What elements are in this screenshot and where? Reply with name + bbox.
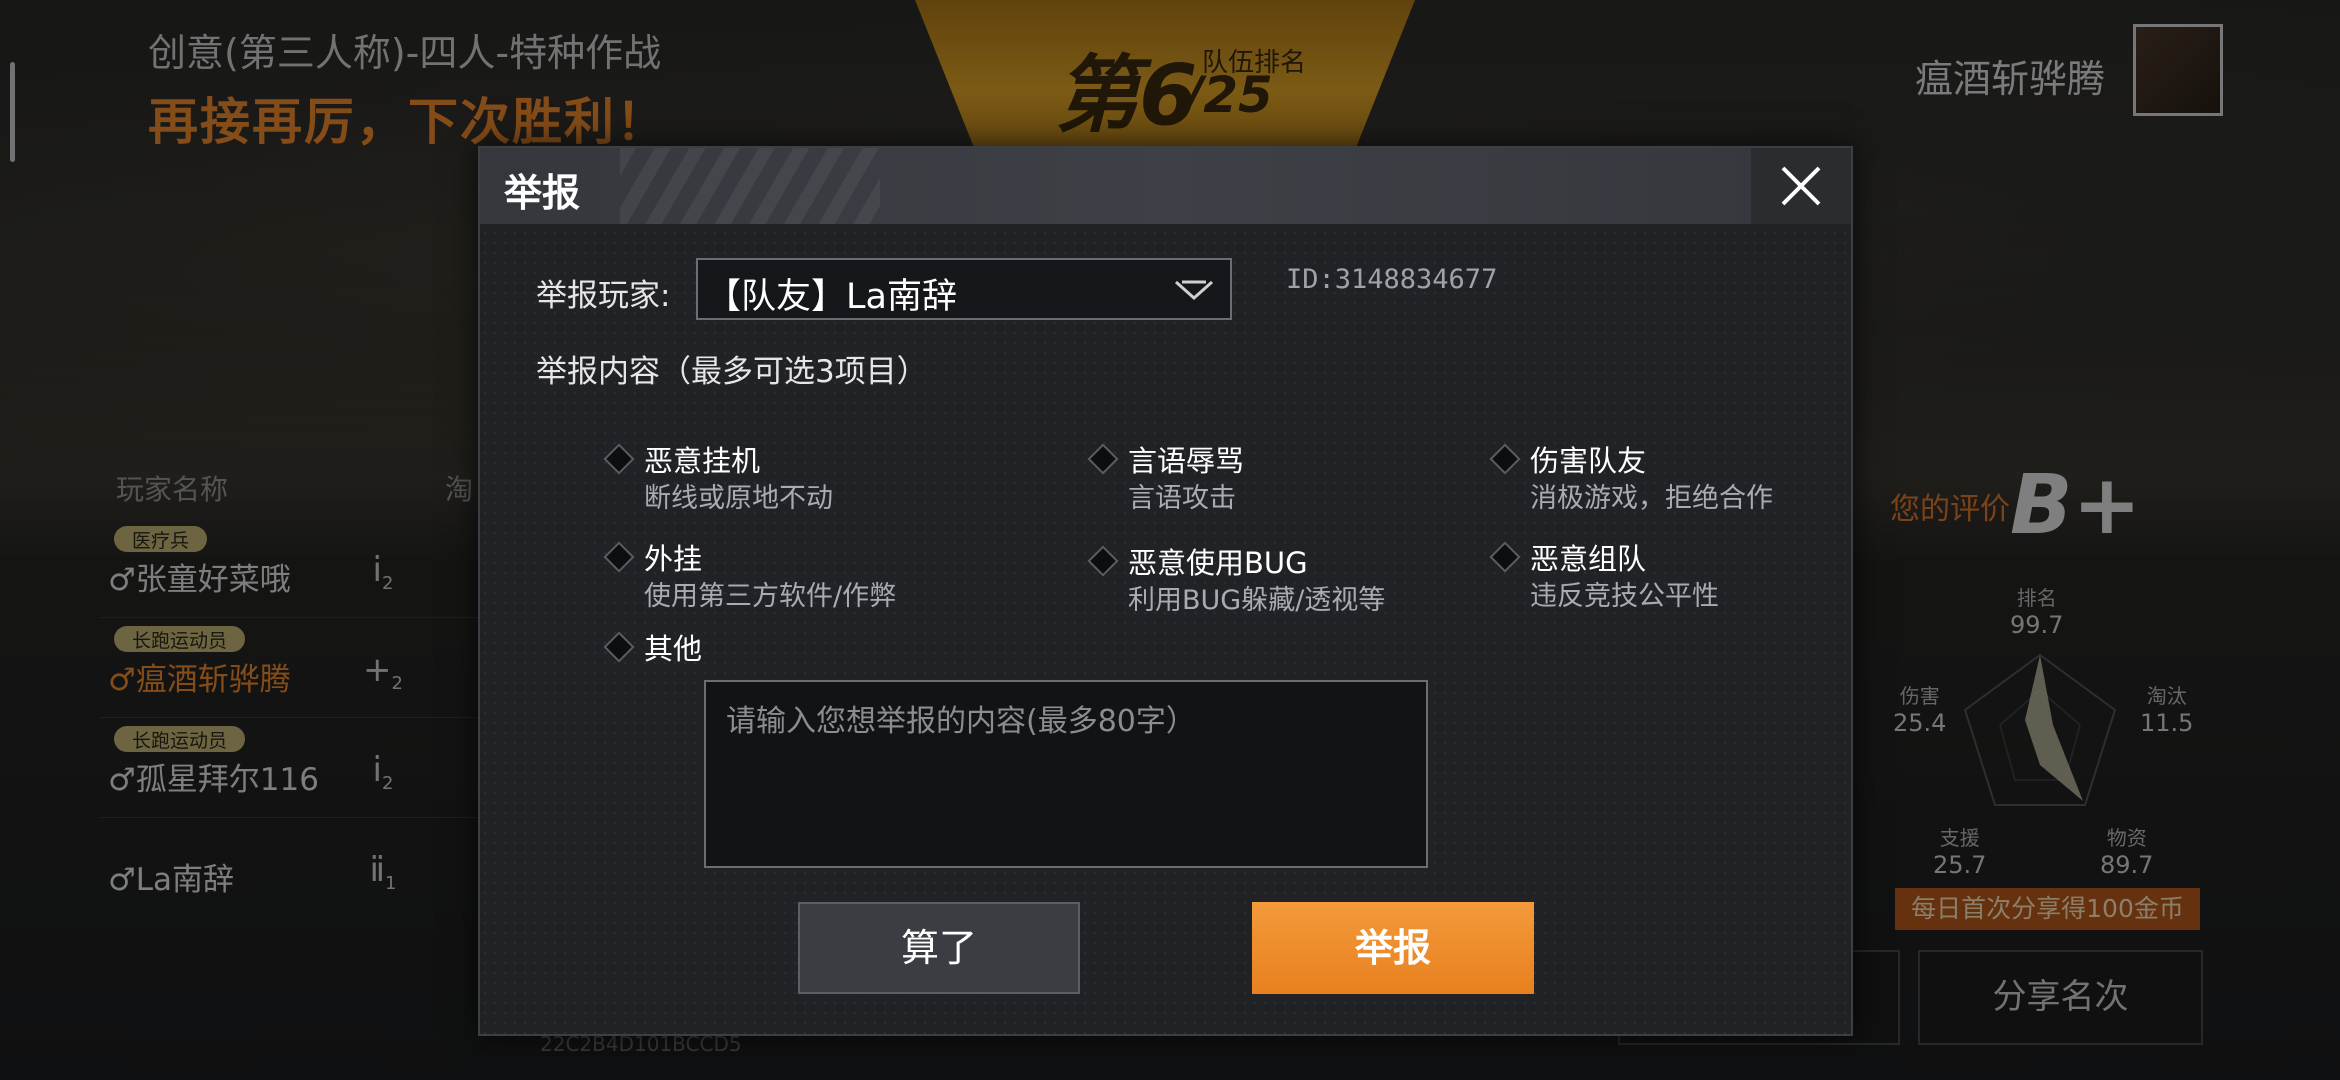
checkbox-diamond-icon [1087,545,1119,577]
close-button[interactable] [1751,148,1851,224]
report-content-label: 举报内容（最多可选3项目） [536,354,928,390]
cancel-button[interactable]: 算了 [798,902,1080,994]
option-title: 恶意组队 [1530,542,1647,576]
selected-player: 【队友】La南辞 [706,277,957,317]
option-title: 言语辱骂 [1128,444,1245,478]
option-title: 外挂 [644,542,703,576]
option-desc: 使用第三方软件/作弊 [644,581,897,612]
checkbox-diamond-icon [603,541,635,573]
option-bug-abuse[interactable]: 恶意使用BUG 利用BUG躲藏/透视等 [1087,540,1432,620]
chevron-down-icon [1175,280,1213,301]
player-dropdown[interactable]: 【队友】La南辞 [696,258,1232,320]
report-dialog: 举报 举报玩家: 【队友】La南辞 ID:3148834677 举报内容（最多可… [478,146,1853,1036]
option-desc: 言语攻击 [1128,483,1236,514]
report-player-label: 举报玩家: [536,278,671,314]
close-icon [1781,166,1821,206]
option-desc: 利用BUG躲藏/透视等 [1128,585,1386,616]
option-team-collusion[interactable]: 恶意组队 违反竞技公平性 [1489,536,1814,616]
player-id: ID:3148834677 [1286,264,1498,295]
submit-report-button[interactable]: 举报 [1252,902,1534,994]
option-desc: 违反竞技公平性 [1530,581,1719,612]
option-title: 伤害队友 [1530,444,1647,478]
dialog-header: 举报 [480,148,1851,224]
checkbox-diamond-icon [603,631,635,663]
option-teamkill[interactable]: 伤害队友 消极游戏，拒绝合作 [1489,438,1814,518]
option-title: 恶意挂机 [644,444,761,478]
option-title: 其他 [644,632,703,666]
checkbox-diamond-icon [1489,443,1521,475]
dialog-title: 举报 [504,171,581,215]
option-desc: 断线或原地不动 [644,483,833,514]
checkbox-diamond-icon [1489,541,1521,573]
checkbox-diamond-icon [1087,443,1119,475]
option-cheating[interactable]: 外挂 使用第三方软件/作弊 [603,536,948,616]
option-title: 恶意使用BUG [1128,546,1308,580]
option-desc: 消极游戏，拒绝合作 [1530,483,1773,514]
report-text-input[interactable] [704,680,1428,868]
option-verbal-abuse[interactable]: 言语辱骂 言语攻击 [1087,438,1392,518]
checkbox-diamond-icon [603,443,635,475]
option-afk[interactable]: 恶意挂机 断线或原地不动 [603,438,908,518]
option-other[interactable]: 其他 [603,626,808,666]
